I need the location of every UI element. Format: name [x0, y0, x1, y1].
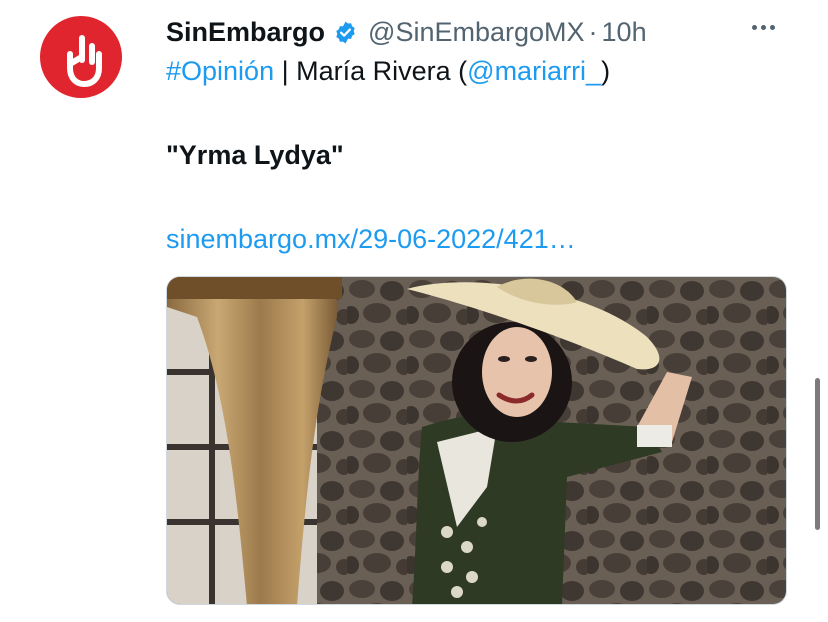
- tweet-header: SinEmbargo @SinEmbargoMX · 10h: [166, 12, 647, 52]
- byline-close: ): [601, 56, 611, 86]
- header-separator: ·: [588, 16, 598, 47]
- tweet-media-image[interactable]: [166, 276, 787, 605]
- author-name[interactable]: SinEmbargo: [166, 17, 325, 48]
- scrollbar-thumb[interactable]: [815, 378, 820, 530]
- mention-link[interactable]: @mariarri_: [467, 56, 601, 86]
- sinembargo-logo-icon: [67, 35, 102, 87]
- tweet-timestamp[interactable]: 10h: [602, 17, 647, 48]
- hashtag-link[interactable]: #Opinión: [166, 56, 274, 86]
- author-avatar[interactable]: [40, 16, 122, 98]
- media-photo: [167, 277, 786, 604]
- byline-text: | María Rivera (: [274, 56, 468, 86]
- tweet-byline: #Opinión | María Rivera (@mariarri_): [166, 56, 610, 87]
- more-options-icon[interactable]: [752, 25, 775, 30]
- tweet-title-text: "Yrma Lydya": [166, 140, 344, 170]
- article-link[interactable]: sinembargo.mx/29-06-2022/421…: [166, 224, 576, 255]
- author-handle[interactable]: @SinEmbargoMX: [368, 17, 585, 48]
- verified-badge-icon: [336, 21, 355, 43]
